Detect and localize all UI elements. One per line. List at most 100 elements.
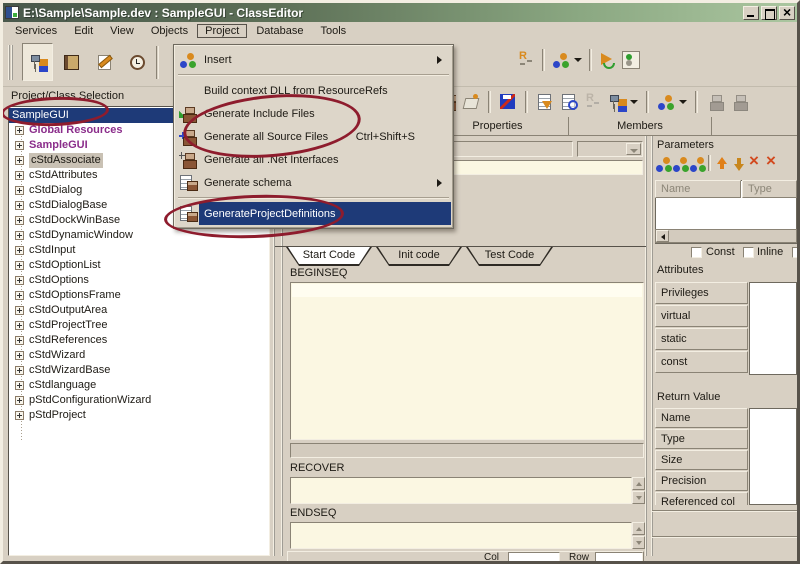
insert-parameter-button[interactable] xyxy=(672,155,688,171)
attribute-row[interactable]: static xyxy=(655,328,748,350)
export-document-button[interactable] xyxy=(536,93,554,111)
attribute-row[interactable]: const xyxy=(655,351,748,373)
expand-plus-icon[interactable] xyxy=(15,276,24,285)
tree-item[interactable]: cStdWizardBase xyxy=(9,363,269,378)
expand-plus-icon[interactable] xyxy=(15,141,24,150)
return-value-row[interactable]: Name xyxy=(655,408,748,428)
class-tree-button[interactable] xyxy=(608,93,638,111)
menu-edit[interactable]: Edit xyxy=(66,24,101,38)
tree-item[interactable]: cStdOptions xyxy=(9,273,269,288)
expand-plus-icon[interactable] xyxy=(15,321,24,330)
expand-plus-icon[interactable] xyxy=(15,231,24,240)
menu-item-insert[interactable]: Insert xyxy=(176,48,451,71)
resource-refresh-button[interactable] xyxy=(584,93,602,111)
expand-plus-icon[interactable] xyxy=(15,186,24,195)
class-tree-view-button[interactable] xyxy=(22,43,53,81)
menu-item-generate-include-files[interactable]: Generate Include Files xyxy=(176,102,451,125)
tree-item[interactable]: cStdDynamicWindow xyxy=(9,228,269,243)
expand-plus-icon[interactable] xyxy=(15,261,24,270)
scroll-left-icon[interactable] xyxy=(656,230,669,242)
scroll-up-icon[interactable] xyxy=(632,522,645,535)
delete-parameter-button[interactable] xyxy=(748,155,764,171)
attribute-row[interactable]: virtual xyxy=(655,305,748,327)
menu-services[interactable]: Services xyxy=(7,24,65,38)
tree-item[interactable]: cStdProjectTree xyxy=(9,318,269,333)
menu-item-generate-project-definitions[interactable]: GenerateProjectDefinitions xyxy=(176,202,451,225)
toolbar-grip[interactable] xyxy=(8,45,13,80)
toolbar-button[interactable] xyxy=(646,91,649,113)
tree-item[interactable]: pStdConfigurationWizard xyxy=(9,393,269,408)
combo-dropdown-icon[interactable] xyxy=(626,143,641,155)
menu-item-build-context-dll[interactable]: Build context DLL from ResourceRefs xyxy=(176,79,451,102)
preview-document-button[interactable] xyxy=(560,93,578,111)
maximize-button[interactable] xyxy=(761,6,777,20)
toolbar-button[interactable] xyxy=(708,155,711,171)
delete-all-parameters-button[interactable] xyxy=(765,155,781,171)
menu-item-generate-all-net-interfaces[interactable]: Generate all .Net Interfaces xyxy=(176,148,451,171)
menu-item-generate-schema[interactable]: Generate schema xyxy=(176,171,451,194)
expand-plus-icon[interactable] xyxy=(15,366,24,375)
add-parameter-button[interactable] xyxy=(655,155,671,171)
tab-test-code[interactable]: Test Code xyxy=(466,247,553,266)
scroll-up-icon[interactable] xyxy=(632,477,645,490)
beginseq-scrollbar[interactable] xyxy=(290,443,644,458)
expand-plus-icon[interactable] xyxy=(15,291,24,300)
scroll-down-icon[interactable] xyxy=(632,536,645,549)
tree-item[interactable]: cStdOutputArea xyxy=(9,303,269,318)
ci-generator-button[interactable] xyxy=(730,93,748,111)
scroll-down-icon[interactable] xyxy=(632,491,645,504)
move-parameter-down-button[interactable] xyxy=(731,155,747,171)
menu-item[interactable] xyxy=(176,71,451,79)
run-button[interactable] xyxy=(599,51,617,69)
tree-item[interactable]: cStdReferences xyxy=(9,333,269,348)
return-value-values[interactable] xyxy=(749,408,797,505)
recover-editor[interactable] xyxy=(290,477,632,504)
tree-item[interactable]: cStdOptionList xyxy=(9,258,269,273)
inline-checkbox[interactable] xyxy=(743,247,754,258)
column-header-type[interactable]: Type xyxy=(742,180,797,198)
expand-plus-icon[interactable] xyxy=(15,336,24,345)
menu-tools[interactable]: Tools xyxy=(312,24,354,38)
expand-plus-icon[interactable] xyxy=(15,156,24,165)
column-header-name[interactable]: Name xyxy=(655,180,741,198)
relations-button[interactable] xyxy=(552,51,582,69)
toolbar-button[interactable] xyxy=(525,91,528,113)
resource-refresh-button[interactable] xyxy=(517,51,535,69)
tree-item[interactable]: cStdOptionsFrame xyxy=(9,288,269,303)
edit-document-button[interactable] xyxy=(88,43,119,81)
attribute-row[interactable]: Privileges xyxy=(655,282,748,304)
toolbar-button[interactable] xyxy=(488,91,491,113)
tree-item[interactable]: cStdWizard xyxy=(9,348,269,363)
return-value-row[interactable]: Precision xyxy=(655,471,748,491)
tree-item[interactable]: cStdlanguage xyxy=(9,378,269,393)
parameters-scrollbar[interactable] xyxy=(655,229,797,243)
tree-item[interactable]: pStdProject xyxy=(9,408,269,423)
expand-plus-icon[interactable] xyxy=(15,126,24,135)
expand-plus-icon[interactable] xyxy=(15,351,24,360)
endseq-editor[interactable] xyxy=(290,522,632,549)
menu-project[interactable]: Project xyxy=(197,24,247,38)
paint-button[interactable] xyxy=(462,93,480,111)
close-button[interactable] xyxy=(779,6,795,20)
beginseq-editor[interactable] xyxy=(290,282,644,440)
history-button[interactable] xyxy=(121,43,152,81)
return-value-row[interactable]: Type xyxy=(655,429,748,449)
resource-book-button[interactable] xyxy=(55,43,86,81)
toolbar-button[interactable] xyxy=(542,49,545,71)
return-value-row[interactable]: Referenced col xyxy=(655,492,748,505)
link-parameter-button[interactable] xyxy=(689,155,705,171)
menu-item[interactable] xyxy=(176,194,451,202)
title-bar[interactable]: E:\Sample\Sample.dev : SampleGUI - Class… xyxy=(3,3,797,22)
expand-plus-icon[interactable] xyxy=(15,246,24,255)
relations-button[interactable] xyxy=(657,93,687,111)
return-value-row[interactable]: Size xyxy=(655,450,748,470)
toolbar-button[interactable] xyxy=(695,91,698,113)
move-parameter-up-button[interactable] xyxy=(714,155,730,171)
expand-plus-icon[interactable] xyxy=(15,216,24,225)
third-checkbox[interactable] xyxy=(792,247,800,258)
expand-plus-icon[interactable] xyxy=(15,306,24,315)
expand-plus-icon[interactable] xyxy=(15,381,24,390)
expand-plus-icon[interactable] xyxy=(15,411,24,420)
expand-plus-icon[interactable] xyxy=(15,201,24,210)
status-toggle-button[interactable] xyxy=(622,51,640,69)
